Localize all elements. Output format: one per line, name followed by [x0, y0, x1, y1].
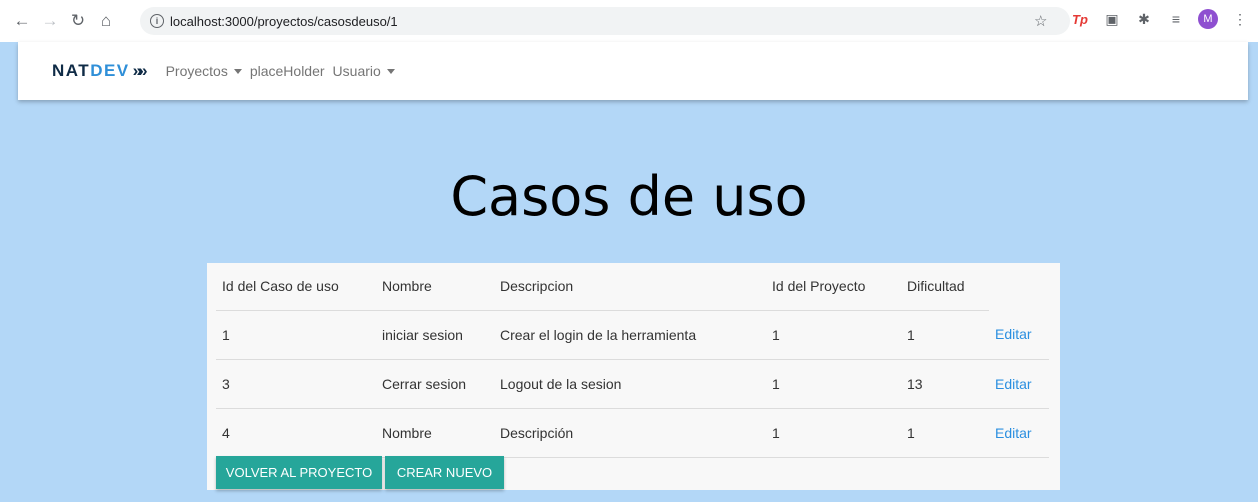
cell-nombre: Cerrar sesion — [376, 359, 494, 409]
info-icon[interactable]: i — [150, 14, 164, 28]
url-text[interactable]: localhost:3000/proyectos/casosdeuso/1 — [170, 14, 398, 29]
use-cases-table: Id del Caso de uso Nombre Descripcion Id… — [216, 263, 1049, 458]
back-to-project-button[interactable]: VOLVER AL PROYECTO — [216, 456, 382, 489]
cell-descripcion: Descripción — [494, 408, 766, 458]
nav-links: Proyectos placeHolder Usuario — [166, 63, 395, 79]
nav-link-label: placeHolder — [249, 63, 325, 79]
nav-usuario-dropdown[interactable]: Usuario — [333, 63, 395, 79]
bookmark-star-icon[interactable]: ☆ — [1034, 12, 1047, 30]
profile-avatar[interactable]: M — [1198, 9, 1218, 29]
caret-down-icon — [233, 68, 242, 74]
header-descripcion: Descripcion — [494, 263, 766, 311]
cell-nombre: iniciar sesion — [376, 310, 494, 360]
nav-link-label: Proyectos — [165, 63, 228, 79]
puzzle-extensions-icon[interactable]: ✱ — [1134, 9, 1154, 29]
header-id-caso: Id del Caso de uso — [216, 263, 376, 311]
address-bar[interactable]: i localhost:3000/proyectos/casosdeuso/1 — [140, 7, 1070, 35]
cell-dificultad: 1 — [901, 408, 989, 458]
cell-id: 3 — [216, 359, 376, 409]
brand-arrows-icon: »» — [132, 61, 148, 80]
table-row: 4 Nombre Descripción 1 1 Editar — [216, 408, 1049, 458]
cell-id-proyecto: 1 — [766, 408, 901, 458]
nav-link-label: Usuario — [332, 63, 381, 79]
tp-extension-icon[interactable]: Tp — [1070, 9, 1090, 29]
browser-nav-buttons: ← → ↻ ⌂ — [10, 9, 118, 33]
cell-descripcion: Logout de la sesion — [494, 359, 766, 409]
reload-icon[interactable]: ↻ — [66, 9, 90, 33]
header-actions — [989, 263, 1049, 310]
share-extension-icon[interactable]: ▣ — [1102, 9, 1122, 29]
table-row: 3 Cerrar sesion Logout de la sesion 1 13… — [216, 359, 1049, 409]
browser-toolbar: ← → ↻ ⌂ i localhost:3000/proyectos/casos… — [0, 0, 1258, 42]
nav-placeholder-link[interactable]: placeHolder — [250, 63, 325, 79]
forward-arrow-icon[interactable]: → — [38, 9, 62, 33]
home-icon[interactable]: ⌂ — [94, 9, 118, 33]
reading-list-icon[interactable]: ≡ — [1166, 9, 1186, 29]
table-header-row: Id del Caso de uso Nombre Descripcion Id… — [216, 263, 1049, 311]
cell-dificultad: 1 — [901, 310, 989, 360]
caret-down-icon — [386, 68, 395, 74]
extensions-bar: Tp ▣ ✱ ≡ M ⋮ — [1070, 9, 1250, 29]
cell-id-proyecto: 1 — [766, 310, 901, 360]
cell-id: 4 — [216, 408, 376, 458]
menu-dots-icon[interactable]: ⋮ — [1230, 9, 1250, 29]
header-id-proyecto: Id del Proyecto — [766, 263, 901, 311]
header-dificultad: Dificultad — [901, 263, 989, 311]
cell-nombre: Nombre — [376, 408, 494, 458]
cell-id: 1 — [216, 310, 376, 360]
brand-nat: NAT — [52, 61, 91, 80]
nav-proyectos-dropdown[interactable]: Proyectos — [166, 63, 242, 79]
brand-logo[interactable]: NAT DEV»» — [52, 61, 148, 81]
header-nombre: Nombre — [376, 263, 494, 311]
edit-link[interactable]: Editar — [989, 310, 1049, 360]
back-arrow-icon[interactable]: ← — [10, 9, 34, 33]
edit-link[interactable]: Editar — [989, 359, 1049, 409]
app-navbar: NAT DEV»» Proyectos placeHolder Usuario — [18, 42, 1248, 100]
use-cases-panel: Id del Caso de uso Nombre Descripcion Id… — [207, 263, 1060, 490]
brand-dev: DEV — [90, 61, 130, 80]
cell-descripcion: Crear el login de la herramienta — [494, 310, 766, 360]
cell-dificultad: 13 — [901, 359, 989, 409]
edit-link[interactable]: Editar — [989, 408, 1049, 458]
table-row: 1 iniciar sesion Crear el login de la he… — [216, 310, 1049, 360]
cell-id-proyecto: 1 — [766, 359, 901, 409]
create-new-button[interactable]: CREAR NUEVO — [385, 456, 504, 489]
page-title: Casos de uso — [450, 165, 808, 228]
